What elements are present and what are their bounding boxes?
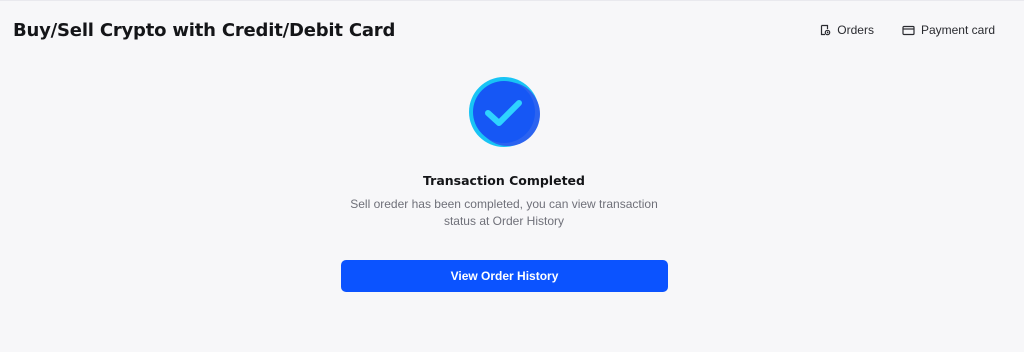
orders-link[interactable]: Orders (819, 23, 874, 37)
status-description: Sell oreder has been completed, you can … (350, 197, 658, 228)
header-links: Orders Payment card (819, 23, 995, 37)
orders-link-label: Orders (837, 23, 874, 37)
payment-card-link-label: Payment card (920, 23, 995, 37)
page-title: Buy/Sell Crypto with Credit/Debit Card (13, 20, 396, 41)
credit-card-icon (902, 25, 915, 36)
status-title: Transaction Completed (423, 173, 585, 188)
view-order-history-button[interactable]: View Order History (341, 260, 668, 292)
orders-icon (819, 24, 831, 36)
payment-card-link[interactable]: Payment card (902, 23, 995, 37)
check-circle-icon (468, 76, 544, 148)
